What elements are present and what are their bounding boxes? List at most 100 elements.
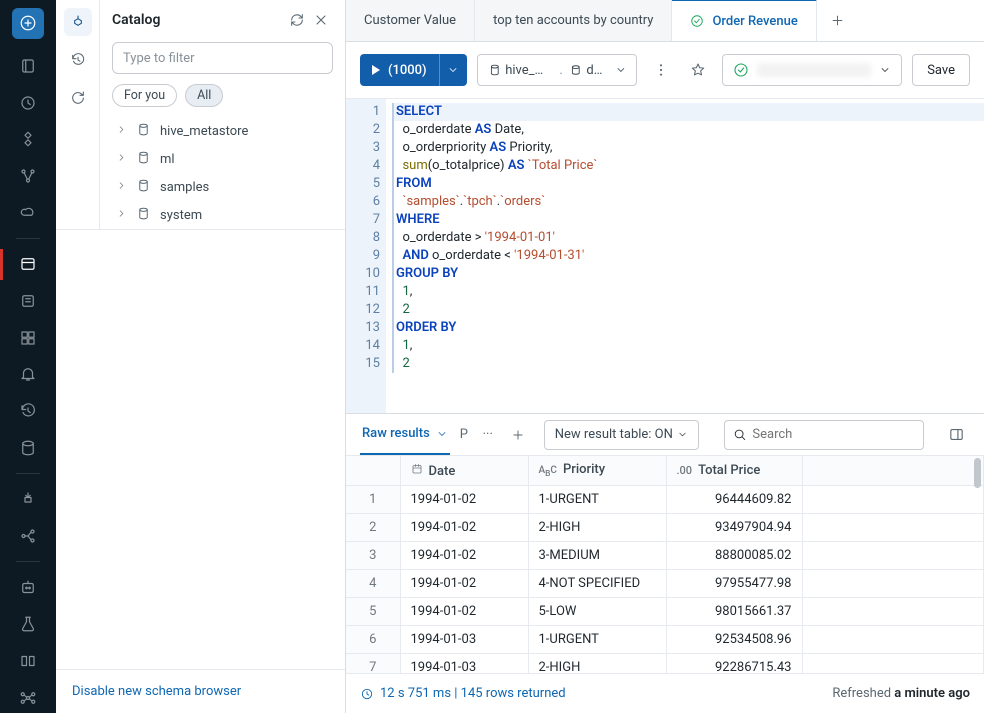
catalog-minitab-history-icon[interactable] (64, 46, 92, 74)
column-header[interactable]: ABCPriority (528, 456, 666, 486)
nav-new[interactable] (12, 8, 44, 39)
cell-total-price: 93497904.94 (666, 514, 802, 542)
col-rownum[interactable] (346, 456, 400, 486)
cell-rownum: 6 (346, 626, 400, 654)
results-tab-more-icon[interactable]: ··· (478, 427, 498, 442)
more-icon[interactable] (647, 56, 674, 84)
cell-date: 1994-01-03 (400, 626, 528, 654)
cell-rownum: 2 (346, 514, 400, 542)
nav-alerts-icon[interactable] (12, 359, 44, 390)
nav-workflows-icon[interactable] (12, 161, 44, 192)
nav-ml-playground-icon[interactable] (12, 572, 44, 603)
editor-tab[interactable]: Order Revenue (672, 0, 816, 41)
catalog-tree-item[interactable]: system (108, 201, 337, 229)
nav-history-icon[interactable] (12, 396, 44, 427)
catalog-tree: hive_metastoremlsamplessystem (100, 117, 345, 229)
cell-date: 1994-01-02 (400, 542, 528, 570)
check-circle-icon (690, 14, 704, 28)
catalog-panel: Catalog For you All hive_metastoremlsamp… (56, 0, 346, 713)
search-icon (733, 427, 746, 442)
chevron-down-icon (436, 428, 448, 440)
run-options-button[interactable] (439, 54, 467, 86)
scrollbar[interactable] (974, 456, 981, 673)
chevron-right-icon (116, 208, 128, 223)
editor-tab[interactable]: Customer Value (346, 0, 475, 41)
table-row[interactable]: 71994-01-032-HIGH92286715.43 (346, 654, 984, 674)
chevron-right-icon (116, 152, 128, 167)
new-result-table-toggle[interactable]: New result table: ON (544, 420, 699, 450)
catalog-minitabs (56, 0, 100, 229)
nav-models-icon[interactable] (12, 682, 44, 713)
cell-priority: 1-URGENT (528, 626, 666, 654)
chevron-down-icon (879, 64, 891, 76)
star-icon[interactable] (685, 56, 712, 84)
sql-editor[interactable]: 123456789101112131415 SELECT o_orderdate… (346, 99, 984, 413)
nav-queries-icon[interactable] (12, 286, 44, 317)
context-schema: de… (586, 63, 608, 78)
catalog-tree-item[interactable]: hive_metastore (108, 117, 337, 145)
table-row[interactable]: 61994-01-031-URGENT92534508.96 (346, 626, 984, 654)
results-search[interactable] (724, 420, 924, 450)
results-tab-raw[interactable]: Raw results (360, 414, 450, 455)
catalog-filter-input[interactable] (112, 42, 333, 74)
run-button[interactable]: (1000) (360, 54, 439, 86)
results-tab-partial[interactable]: P (460, 414, 468, 455)
cell-total-price: 98015661.37 (666, 598, 802, 626)
clock-icon (360, 687, 374, 701)
nav-ingest-icon[interactable] (12, 484, 44, 515)
pill-all[interactable]: All (185, 84, 223, 107)
catalog-close-icon[interactable] (309, 8, 333, 32)
catalog-tree-item[interactable]: ml (108, 145, 337, 173)
catalog-refresh-icon[interactable] (285, 8, 309, 32)
cell-date: 1994-01-02 (400, 598, 528, 626)
table-row[interactable]: 51994-01-025-LOW98015661.37 (346, 598, 984, 626)
disable-schema-browser-link[interactable]: Disable new schema browser (72, 684, 241, 699)
table-row[interactable]: 31994-01-023-MEDIUM88800085.02 (346, 542, 984, 570)
check-circle-icon (733, 62, 749, 78)
cell-date: 1994-01-02 (400, 570, 528, 598)
catalog-icon (488, 63, 502, 77)
editor-tabs: Customer Valuetop ten accounts by countr… (346, 0, 984, 42)
catalog-tree-item[interactable]: samples (108, 173, 337, 201)
results-search-input[interactable] (752, 427, 915, 442)
cell-total-price: 96444609.82 (666, 486, 802, 514)
context-selector[interactable]: hive_m… . de… (477, 54, 638, 86)
nav-features-icon[interactable] (12, 646, 44, 677)
nav-pipelines-icon[interactable] (12, 521, 44, 552)
cell-total-price: 92286715.43 (666, 654, 802, 674)
results-tab-add-icon[interactable] (508, 428, 528, 442)
nav-recents-icon[interactable] (12, 87, 44, 118)
cell-priority: 5-LOW (528, 598, 666, 626)
nav-compute-icon[interactable] (12, 197, 44, 228)
nav-workspace-icon[interactable] (12, 51, 44, 82)
save-button[interactable]: Save (912, 54, 970, 86)
editor-code[interactable]: SELECT o_orderdate AS Date, o_orderprior… (386, 99, 984, 413)
nav-sql-editor-icon[interactable] (12, 249, 44, 280)
table-row[interactable]: 41994-01-024-NOT SPECIFIED97955477.98 (346, 570, 984, 598)
pill-for-you[interactable]: For you (112, 84, 177, 107)
chevron-right-icon (116, 124, 128, 139)
table-row[interactable]: 21994-01-022-HIGH93497904.94 (346, 514, 984, 542)
column-header[interactable]: .00Total Price (666, 456, 802, 486)
status-refreshed: Refreshed a minute ago (832, 686, 970, 701)
editor-tab[interactable]: top ten accounts by country (475, 0, 672, 41)
status-timing: 12 s 751 ms | 145 rows returned (360, 686, 566, 701)
cell-date: 1994-01-02 (400, 486, 528, 514)
nav-dashboards-icon[interactable] (12, 322, 44, 353)
nav-warehouses-icon[interactable] (12, 432, 44, 463)
catalog-minitab-schema-icon[interactable] (64, 8, 92, 36)
compute-selector[interactable] (722, 54, 902, 86)
cell-date: 1994-01-03 (400, 654, 528, 674)
cell-rownum: 4 (346, 570, 400, 598)
table-row[interactable]: 11994-01-021-URGENT96444609.82 (346, 486, 984, 514)
database-icon (136, 122, 152, 141)
panel-toggle-icon[interactable] (942, 421, 970, 449)
chevron-down-icon (615, 64, 627, 76)
status-bar: 12 s 751 ms | 145 rows returned Refreshe… (346, 673, 984, 713)
chevron-right-icon (116, 180, 128, 195)
catalog-minitab-refresh-icon[interactable] (64, 84, 92, 112)
tab-add-button[interactable] (817, 0, 859, 41)
nav-experiments-icon[interactable] (12, 609, 44, 640)
column-header[interactable]: Date (400, 456, 528, 486)
nav-data-icon[interactable] (12, 124, 44, 155)
